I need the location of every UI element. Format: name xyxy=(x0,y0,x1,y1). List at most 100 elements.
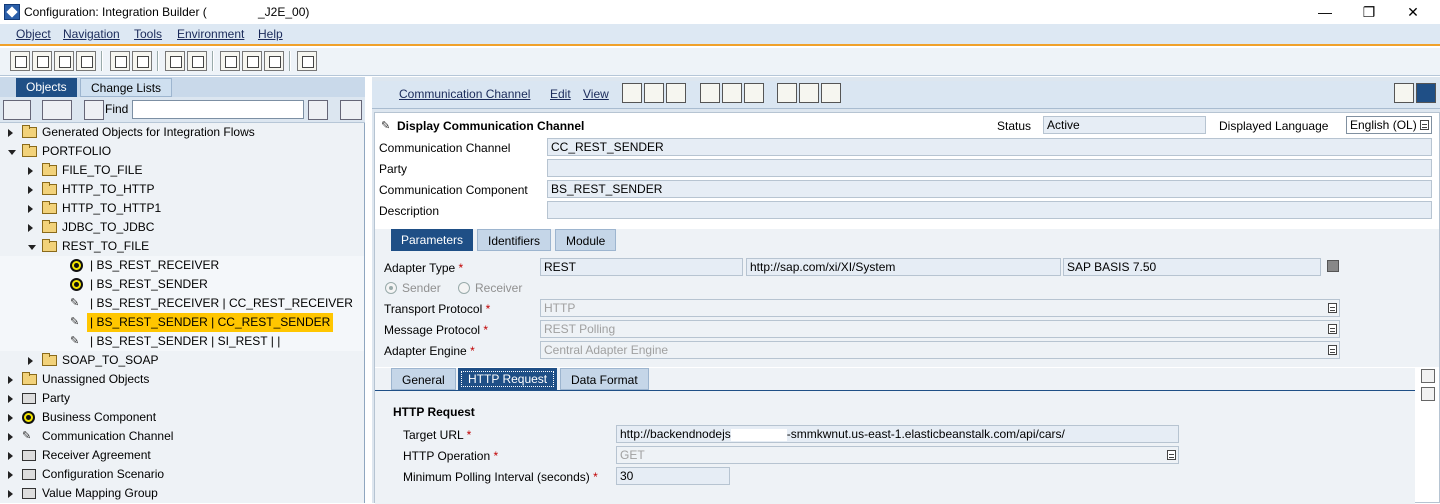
adapter-engine-select[interactable]: Central Adapter Engine xyxy=(540,341,1340,359)
tab-parameters[interactable]: Parameters xyxy=(391,229,474,251)
tree-item[interactable]: | BS_REST_SENDER xyxy=(0,275,364,294)
transport-protocol-select[interactable]: HTTP xyxy=(540,299,1340,317)
forward-arrow-icon[interactable] xyxy=(242,51,262,71)
copy-icon[interactable] xyxy=(54,51,74,71)
tab-module[interactable]: Module xyxy=(555,229,617,251)
close-editor-icon[interactable] xyxy=(1416,83,1436,103)
tab-general[interactable]: General xyxy=(391,368,456,390)
expand-arrow-icon[interactable] xyxy=(28,167,33,175)
expand-arrow-icon[interactable] xyxy=(8,433,13,441)
tree-item[interactable]: Unassigned Objects xyxy=(0,370,364,389)
folder-menu-icon[interactable] xyxy=(42,100,72,120)
tree-item[interactable]: FILE_TO_FILE xyxy=(0,161,364,180)
scroll-up-icon[interactable] xyxy=(1421,369,1435,383)
find-input[interactable] xyxy=(132,100,304,119)
http-operation-select[interactable]: GET xyxy=(616,446,1179,464)
expand-arrow-icon[interactable] xyxy=(28,186,33,194)
tree-item-label: | BS_REST_SENDER | CC_REST_SENDER xyxy=(87,313,334,332)
language-select[interactable]: English (OL) xyxy=(1346,116,1432,134)
tab-change-lists[interactable]: Change Lists xyxy=(80,78,173,97)
tree-item[interactable]: ✎ | BS_REST_SENDER | SI_REST | | xyxy=(0,332,364,351)
history-icon[interactable] xyxy=(187,51,207,71)
copy-object-icon[interactable] xyxy=(666,83,686,103)
dropdown-icon xyxy=(1167,450,1176,460)
expand-arrow-icon[interactable] xyxy=(8,376,13,384)
channel-icon: ✎ xyxy=(381,120,391,132)
tree-item[interactable]: HTTP_TO_HTTP1 xyxy=(0,199,364,218)
tree-item[interactable]: Party xyxy=(0,389,364,408)
expand-arrow-icon[interactable] xyxy=(8,414,13,422)
collapse-arrow-icon[interactable] xyxy=(28,245,36,250)
expand-arrow-icon[interactable] xyxy=(28,224,33,232)
activate-icon[interactable] xyxy=(110,51,130,71)
menu-object[interactable]: Object xyxy=(16,27,51,41)
where-used-icon[interactable] xyxy=(165,51,185,71)
tree-item[interactable]: ✎ Communication Channel xyxy=(0,427,364,446)
tree-item[interactable]: Receiver Agreement xyxy=(0,446,364,465)
table-icon[interactable] xyxy=(799,83,819,103)
menu-edit[interactable]: Edit xyxy=(550,87,571,101)
new-object-icon[interactable] xyxy=(10,51,30,71)
sender-radio[interactable] xyxy=(385,282,397,294)
expand-arrow-icon[interactable] xyxy=(8,490,13,498)
where-used-icon[interactable] xyxy=(722,83,742,103)
tree-item[interactable]: HTTP_TO_HTTP xyxy=(0,180,364,199)
find-toggle-icon[interactable] xyxy=(84,100,104,120)
pin-icon[interactable] xyxy=(1394,83,1414,103)
compare-icon[interactable] xyxy=(744,83,764,103)
tree-item[interactable]: ✎ | BS_REST_RECEIVER | CC_REST_RECEIVER xyxy=(0,294,364,313)
tab-data-format[interactable]: Data Format xyxy=(560,368,649,390)
restore-button[interactable]: ❐ xyxy=(1354,2,1384,22)
stop-icon[interactable] xyxy=(340,100,362,120)
delete-icon[interactable] xyxy=(76,51,96,71)
stamp-icon[interactable] xyxy=(777,83,797,103)
tab-objects[interactable]: Objects xyxy=(16,78,77,97)
info-icon[interactable] xyxy=(700,83,720,103)
menu-communication-channel[interactable]: Communication Channel xyxy=(399,87,530,101)
expand-arrow-icon[interactable] xyxy=(8,452,13,460)
tree-item[interactable]: Generated Objects for Integration Flows xyxy=(0,123,364,142)
receiver-radio[interactable] xyxy=(458,282,470,294)
overview-icon[interactable] xyxy=(264,51,284,71)
check-icon[interactable] xyxy=(132,51,152,71)
minimize-button[interactable]: — xyxy=(1310,2,1340,22)
settings-icon[interactable] xyxy=(297,51,317,71)
view-selector-icon[interactable] xyxy=(3,100,31,120)
tree-item[interactable]: Configuration Scenario xyxy=(0,465,364,484)
message-value: REST Polling xyxy=(544,322,616,336)
close-button[interactable]: ✕ xyxy=(1398,2,1428,22)
menu-tools[interactable]: Tools xyxy=(134,27,162,41)
edit-icon[interactable] xyxy=(32,51,52,71)
save-icon[interactable] xyxy=(644,83,664,103)
expand-arrow-icon[interactable] xyxy=(28,357,33,365)
message-protocol-select[interactable]: REST Polling xyxy=(540,320,1340,338)
tree-item[interactable]: ✎ | BS_REST_SENDER | CC_REST_SENDER xyxy=(0,313,364,332)
expand-arrow-icon[interactable] xyxy=(8,395,13,403)
copy-icon[interactable] xyxy=(1327,260,1339,272)
expand-arrow-icon[interactable] xyxy=(8,129,13,137)
scroll-icon[interactable] xyxy=(821,83,841,103)
edit-pencil-icon[interactable] xyxy=(622,83,642,103)
tree-item[interactable]: PORTFOLIO xyxy=(0,142,364,161)
tree-item-label: HTTP_TO_HTTP xyxy=(62,182,155,196)
expand-arrow-icon[interactable] xyxy=(8,471,13,479)
expand-arrow-icon[interactable] xyxy=(28,205,33,213)
scroll-down-icon[interactable] xyxy=(1421,387,1435,401)
back-arrow-icon[interactable] xyxy=(220,51,240,71)
tree-item[interactable]: Value Mapping Group xyxy=(0,484,364,503)
tree-item[interactable]: JDBC_TO_JDBC xyxy=(0,218,364,237)
language-value: English (OL) xyxy=(1350,118,1417,132)
menu-navigation[interactable]: Navigation xyxy=(63,27,120,41)
binoculars-icon[interactable] xyxy=(308,100,328,120)
tree-item[interactable]: SOAP_TO_SOAP xyxy=(0,351,364,370)
tab-http-request[interactable]: HTTP Request xyxy=(458,368,558,390)
folder-icon xyxy=(22,125,37,138)
tree-item[interactable]: Business Component xyxy=(0,408,364,427)
collapse-arrow-icon[interactable] xyxy=(8,150,16,155)
menu-environment[interactable]: Environment xyxy=(177,27,244,41)
tree-item[interactable]: | BS_REST_RECEIVER xyxy=(0,256,364,275)
tab-identifiers[interactable]: Identifiers xyxy=(477,229,552,251)
menu-view[interactable]: View xyxy=(583,87,609,101)
menu-help[interactable]: Help xyxy=(258,27,283,41)
tree-item[interactable]: REST_TO_FILE xyxy=(0,237,364,256)
